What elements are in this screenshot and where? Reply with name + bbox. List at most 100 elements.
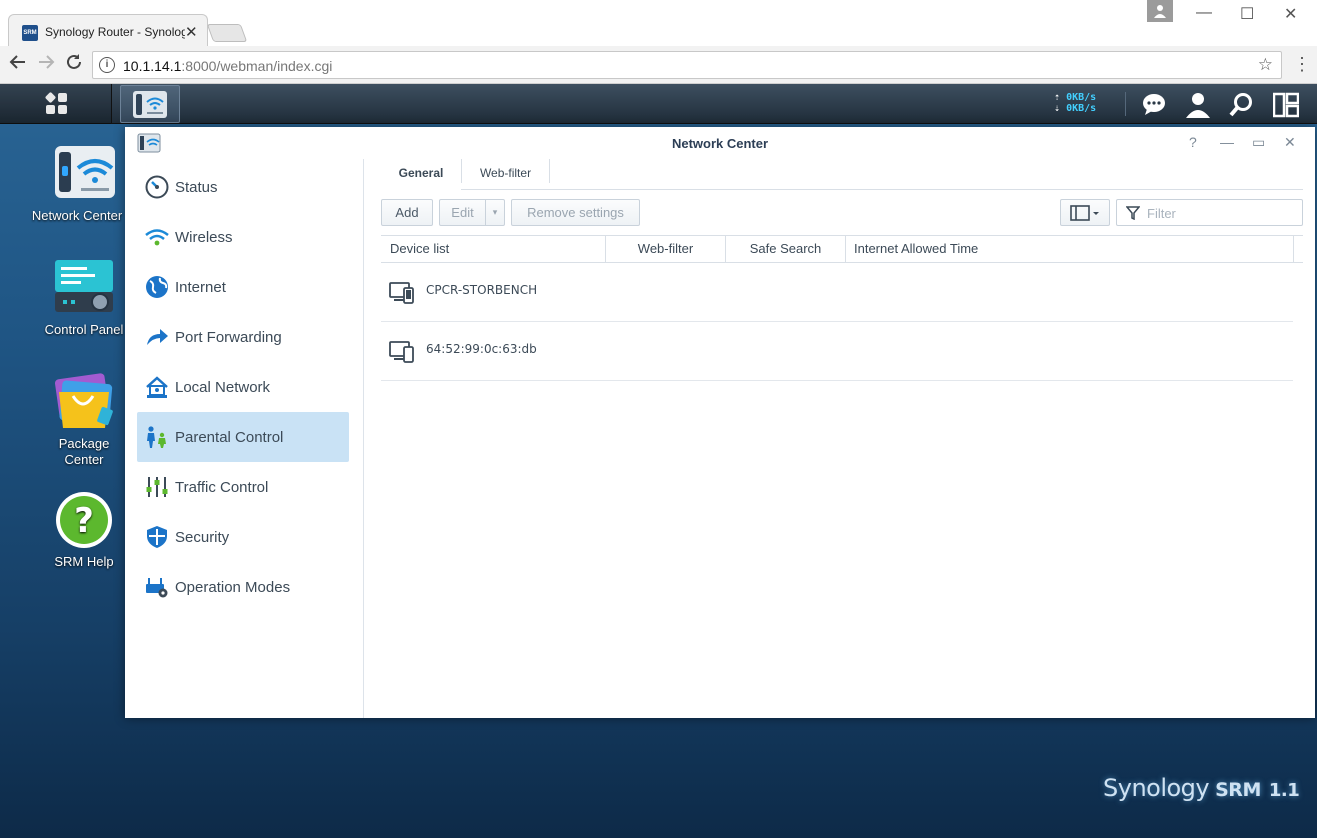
taskbar-divider	[1125, 92, 1126, 116]
remove-settings-button[interactable]: Remove settings	[511, 199, 640, 226]
close-window-icon[interactable]: ✕	[1284, 4, 1297, 24]
new-tab-button[interactable]	[206, 24, 248, 42]
sidebar-item-wireless[interactable]: Wireless	[137, 212, 349, 262]
url-path: :8000/webman/index.cgi	[181, 58, 333, 74]
browser-tab[interactable]: SRM Synology Router - Synology ✕	[8, 14, 208, 48]
wifi-icon	[145, 229, 169, 246]
info-icon[interactable]: i	[99, 57, 115, 73]
desktop-control-panel[interactable]: Control Panel	[29, 258, 139, 337]
sidebar-item-traffic-control[interactable]: Traffic Control	[137, 462, 349, 512]
column-layout-icon	[1070, 205, 1099, 221]
user-options-icon[interactable]	[1186, 92, 1212, 118]
sidebar-item-port-forwarding[interactable]: Port Forwarding	[137, 312, 349, 362]
main-menu-button[interactable]	[0, 84, 112, 124]
router-gear-icon	[146, 578, 168, 598]
table-header: Device list Web-filter Safe Search Inter…	[381, 235, 1303, 263]
back-arrow-icon[interactable]	[9, 53, 27, 76]
sidebar-item-label: Parental Control	[175, 429, 284, 446]
sliders-icon	[146, 477, 168, 497]
edit-button[interactable]: Edit	[439, 199, 486, 226]
minimize-window-icon[interactable]: —	[1196, 4, 1212, 22]
sidebar: Status Wireless Internet Port Forwarding…	[125, 159, 364, 718]
upload-speed: 0KB/s	[1066, 92, 1097, 103]
minimize-icon[interactable]: —	[1220, 134, 1234, 150]
sidebar-item-internet[interactable]: Internet	[137, 262, 349, 312]
control-panel-icon	[53, 258, 115, 316]
window-title: Network Center	[671, 136, 769, 151]
close-icon[interactable]: ✕	[1284, 134, 1296, 151]
package-center-icon	[53, 372, 115, 430]
edit-dropdown-caret-icon[interactable]: ▾	[485, 199, 505, 226]
url-host: 10.1.14.1	[123, 58, 182, 74]
sidebar-item-label: Port Forwarding	[175, 329, 282, 346]
desktop-control-panel-label: Control Panel	[44, 322, 124, 337]
desktop-package-center-label: Package Center	[58, 436, 110, 467]
sidebar-item-label: Local Network	[175, 379, 271, 396]
gauge-icon	[145, 175, 169, 199]
search-icon[interactable]	[1229, 92, 1255, 118]
add-button[interactable]: Add	[381, 199, 433, 226]
computer-device-icon	[389, 282, 414, 304]
desktop-network-center-label: Network Center	[31, 208, 123, 223]
sidebar-item-security[interactable]: Security	[137, 512, 349, 562]
table-row[interactable]: 64:52:99:0c:63:db	[381, 322, 1293, 381]
kebab-menu-icon[interactable]: ⋮	[1293, 54, 1311, 75]
url-text: 10.1.14.1:8000/webman/index.cgi	[123, 58, 332, 74]
srm-taskbar: ⇡ 0KB/s ⇣ 0KB/s	[0, 84, 1317, 124]
sidebar-item-label: Security	[175, 529, 230, 546]
sidebar-item-label: Traffic Control	[175, 479, 269, 496]
notification-chat-icon[interactable]	[1142, 92, 1168, 118]
table-row[interactable]: CPCR-STORBENCH	[381, 263, 1293, 322]
funnel-filter-icon	[1126, 206, 1140, 220]
sidebar-item-parental-control[interactable]: Parental Control	[137, 412, 349, 462]
address-bar[interactable]: i 10.1.14.1:8000/webman/index.cgi ☆	[92, 51, 1282, 79]
computer-device-icon	[389, 341, 414, 363]
maximize-icon[interactable]: ▭	[1252, 134, 1265, 151]
network-center-icon	[53, 144, 115, 202]
help-icon[interactable]: ?	[1189, 134, 1197, 150]
maximize-window-icon[interactable]: ☐	[1240, 4, 1254, 24]
filter-input[interactable]: Filter	[1116, 199, 1303, 226]
browser-tab-title: Synology Router - Synology	[45, 25, 185, 39]
brand-version: 1.1	[1268, 780, 1300, 801]
sidebar-item-label: Internet	[175, 279, 226, 296]
sidebar-item-status[interactable]: Status	[137, 162, 349, 212]
filter-placeholder: Filter	[1147, 206, 1176, 221]
synology-srm-logo: Synology SRM 1.1	[1103, 774, 1300, 802]
navigation-bar: i 10.1.14.1:8000/webman/index.cgi ☆ ⋮	[0, 46, 1317, 84]
main-content: General Web-filter Add Edit ▾ Remove set…	[381, 159, 1303, 718]
sidebar-item-local-network[interactable]: Local Network	[137, 362, 349, 412]
profile-icon[interactable]	[1147, 0, 1173, 22]
reload-icon[interactable]	[65, 53, 83, 76]
widgets-icon[interactable]	[1272, 92, 1300, 118]
main-menu-grid-icon	[44, 91, 68, 115]
sidebar-item-operation-modes[interactable]: Operation Modes	[137, 562, 349, 612]
tab-strip: SRM Synology Router - Synology ✕ — ☐ ✕	[0, 0, 1317, 48]
sidebar-item-label: Operation Modes	[175, 579, 291, 596]
network-center-taskbar-icon	[133, 91, 167, 118]
network-center-window: Network Center ? — ▭ ✕ Status Wireless I…	[125, 127, 1315, 718]
taskbar-network-center-button[interactable]	[120, 85, 180, 123]
tab-web-filter[interactable]: Web-filter	[462, 165, 549, 190]
desktop-srm-help[interactable]: ? SRM Help	[29, 490, 139, 569]
forward-arrow-icon	[147, 329, 168, 345]
close-icon[interactable]: ✕	[185, 23, 198, 41]
desktop-srm-help-label: SRM Help	[54, 554, 114, 569]
tab-general[interactable]: General	[381, 165, 461, 190]
sidebar-item-label: Status	[175, 179, 218, 196]
bookmark-star-icon[interactable]: ☆	[1258, 55, 1273, 75]
column-layout-toggle[interactable]	[1060, 199, 1110, 226]
sidebar-item-label: Wireless	[175, 229, 233, 246]
tab-divider	[549, 159, 550, 183]
column-safe-search[interactable]: Safe Search	[726, 236, 846, 263]
desktop-network-center[interactable]: Network Center	[29, 144, 139, 223]
column-device-list[interactable]: Device list	[381, 236, 606, 263]
browser-chrome: SRM Synology Router - Synology ✕ — ☐ ✕ i…	[0, 0, 1317, 84]
column-web-filter[interactable]: Web-filter	[606, 236, 726, 263]
column-internet-allowed-time[interactable]: Internet Allowed Time	[846, 236, 1294, 263]
house-icon	[146, 376, 168, 398]
desktop-package-center[interactable]: Package Center	[29, 372, 139, 468]
network-speed-meter: ⇡ 0KB/s ⇣ 0KB/s	[1054, 92, 1097, 114]
window-title-bar[interactable]: Network Center ? — ▭ ✕	[125, 127, 1315, 159]
forward-arrow-icon[interactable]	[37, 53, 55, 76]
